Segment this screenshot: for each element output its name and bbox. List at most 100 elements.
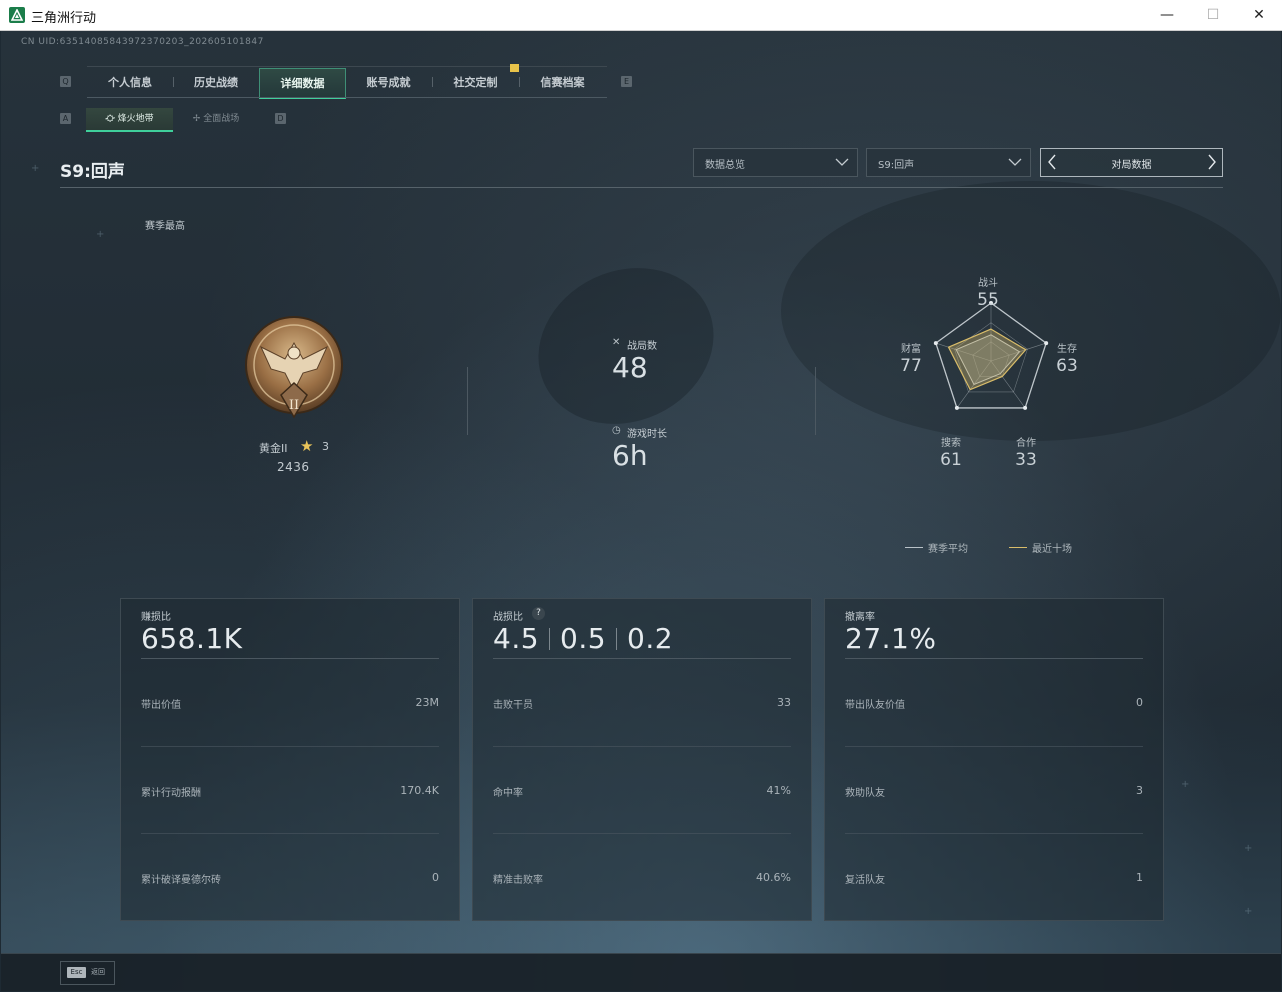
total-rewards-value: 170.4K bbox=[400, 784, 439, 797]
tab-prev-key-hint: Q bbox=[60, 76, 71, 87]
legend-season-average: 赛季平均 bbox=[928, 544, 968, 555]
tab-account-achievements[interactable]: 账号成就 bbox=[351, 68, 426, 97]
player-uid: CN UID:63514085843972370203_202605101847 bbox=[21, 37, 264, 47]
precision-kill-value: 40.6% bbox=[756, 871, 791, 884]
crosshair-decoration-icon: + bbox=[96, 229, 105, 240]
star-icon: ★ bbox=[300, 437, 314, 455]
tab-credit-file[interactable]: 信赛档案 bbox=[525, 68, 600, 97]
total-rewards-label: 累计行动报酬 bbox=[141, 788, 201, 799]
vertical-divider bbox=[815, 367, 816, 435]
match-data-switcher[interactable]: 对局数据 bbox=[1040, 148, 1223, 177]
tab-next-key-hint: E bbox=[621, 76, 632, 87]
clock-icon: ◷ bbox=[612, 425, 621, 436]
view-dropdown[interactable]: 数据总览 bbox=[693, 148, 858, 177]
chevron-down-icon bbox=[1008, 158, 1022, 166]
revived-teammates-label: 复活队友 bbox=[845, 875, 885, 886]
notification-badge bbox=[510, 64, 519, 72]
subtab-full-battlefield[interactable]: ✢ 全面战场 bbox=[177, 108, 255, 130]
tab-social-custom[interactable]: 社交定制 bbox=[438, 68, 513, 97]
matches-label: 战局数 bbox=[627, 341, 657, 352]
panel-divider bbox=[493, 833, 791, 834]
season-dropdown-value: S9:回声 bbox=[878, 160, 915, 171]
match-data-label: 对局数据 bbox=[1111, 160, 1152, 171]
battlefield-icon: ✢ bbox=[192, 114, 204, 124]
revived-teammates-value: 1 bbox=[1136, 871, 1143, 884]
operators-defeated-label: 击败干员 bbox=[493, 700, 533, 711]
kd-ratio-panel: 战损比 ? 4.5 0.5 0.2 击败干员 33 命中率 41% 精准击败率 … bbox=[472, 598, 812, 921]
subtab-next-key-hint: D bbox=[275, 113, 286, 124]
help-icon[interactable]: ? bbox=[532, 607, 545, 620]
season-dropdown[interactable]: S9:回声 bbox=[866, 148, 1031, 177]
legend-swatch-recent-ten bbox=[1009, 547, 1027, 548]
tab-separator bbox=[519, 77, 520, 87]
radar-value-survival: 63 bbox=[1056, 356, 1078, 376]
window-titlebar: 三角洲行动 — ☐ ✕ bbox=[0, 0, 1282, 31]
radar-value-wealth: 77 bbox=[900, 356, 922, 376]
back-button[interactable]: Esc 返回 bbox=[60, 961, 115, 985]
mandel-brick-value: 0 bbox=[432, 871, 439, 884]
kd-value-3: 0.2 bbox=[627, 622, 674, 655]
panel-divider bbox=[493, 658, 791, 659]
kd-value-2: 0.5 bbox=[560, 622, 607, 655]
precision-kill-label: 精准击败率 bbox=[493, 875, 543, 886]
tab-detailed-data[interactable]: 详细数据 bbox=[259, 68, 346, 99]
radar-axis-dot bbox=[1044, 341, 1049, 346]
extraction-rate-panel: 撤离率 27.1% 带出队友价值 0 救助队友 3 复活队友 1 bbox=[824, 598, 1164, 921]
teammate-value-label: 带出队友价值 bbox=[845, 700, 905, 711]
radar-label-combat: 战斗 bbox=[978, 278, 998, 289]
subtab-full-battlefield-label: 全面战场 bbox=[203, 114, 240, 124]
kd-ratio-title: 战损比 bbox=[493, 612, 523, 623]
subtab-hazard-zone-label: 烽火地带 bbox=[117, 114, 154, 124]
panel-divider bbox=[845, 746, 1143, 747]
close-button[interactable]: ✕ bbox=[1236, 0, 1282, 30]
view-dropdown-value: 数据总览 bbox=[705, 160, 745, 171]
extracted-value: 23M bbox=[415, 696, 440, 709]
rank-name: 黄金II bbox=[259, 442, 288, 455]
tabs-top-divider bbox=[87, 66, 607, 67]
rescued-teammates-value: 3 bbox=[1136, 784, 1143, 797]
profit-loss-value: 658.1K bbox=[141, 622, 243, 655]
radar-label-wealth: 财富 bbox=[901, 344, 921, 355]
game-viewport: CN UID:63514085843972370203_202605101847… bbox=[1, 31, 1281, 991]
window-title: 三角洲行动 bbox=[31, 11, 97, 26]
rank-score: 2436 bbox=[277, 460, 310, 474]
profit-loss-title: 赚损比 bbox=[141, 612, 171, 623]
radar-label-survival: 生存 bbox=[1057, 344, 1077, 355]
radar-value-combat: 55 bbox=[977, 290, 999, 310]
app-logo-icon bbox=[9, 7, 25, 23]
subtab-hazard-zone[interactable]: ⛮ 烽火地带 bbox=[86, 108, 173, 132]
profit-loss-panel: 赚损比 658.1K 带出价值 23M 累计行动报酬 170.4K 累计破译曼德… bbox=[120, 598, 460, 921]
radar-axis-dot bbox=[1023, 405, 1028, 410]
radar-axis-dot bbox=[933, 341, 938, 346]
vertical-divider bbox=[467, 367, 468, 435]
radar-value-teamwork: 33 bbox=[1015, 450, 1037, 470]
panel-divider bbox=[141, 658, 439, 659]
tab-personal-info[interactable]: 个人信息 bbox=[93, 68, 167, 97]
operators-defeated-value: 33 bbox=[777, 696, 791, 709]
rescued-teammates-label: 救助队友 bbox=[845, 788, 885, 799]
chevron-right-icon[interactable] bbox=[1207, 154, 1217, 170]
tab-separator bbox=[173, 77, 174, 87]
value-separator bbox=[616, 628, 617, 650]
panel-divider bbox=[141, 833, 439, 834]
panel-divider bbox=[493, 746, 791, 747]
extraction-rate-value: 27.1% bbox=[845, 622, 937, 655]
accuracy-value: 41% bbox=[766, 784, 791, 797]
crossed-swords-icon: ✕ bbox=[612, 337, 621, 348]
background-radar-dish bbox=[512, 239, 740, 453]
maximize-button[interactable]: ☐ bbox=[1190, 0, 1236, 30]
svg-text:II: II bbox=[289, 398, 299, 413]
tab-match-history[interactable]: 历史战绩 bbox=[179, 68, 253, 97]
outpost-icon: ⛮ bbox=[105, 114, 118, 124]
matches-value: 48 bbox=[612, 351, 648, 384]
mandel-brick-label: 累计破译曼德尔砖 bbox=[141, 875, 221, 886]
extraction-rate-title: 撤离率 bbox=[845, 612, 875, 623]
value-separator bbox=[549, 628, 550, 650]
radar-label-search: 搜索 bbox=[941, 438, 961, 449]
minimize-button[interactable]: — bbox=[1144, 0, 1190, 30]
panel-divider bbox=[845, 833, 1143, 834]
extracted-value-label: 带出价值 bbox=[141, 700, 181, 711]
radar-recent-ten-shape bbox=[947, 328, 1027, 391]
teammate-value: 0 bbox=[1136, 696, 1143, 709]
rank-star-count: 3 bbox=[322, 440, 329, 453]
